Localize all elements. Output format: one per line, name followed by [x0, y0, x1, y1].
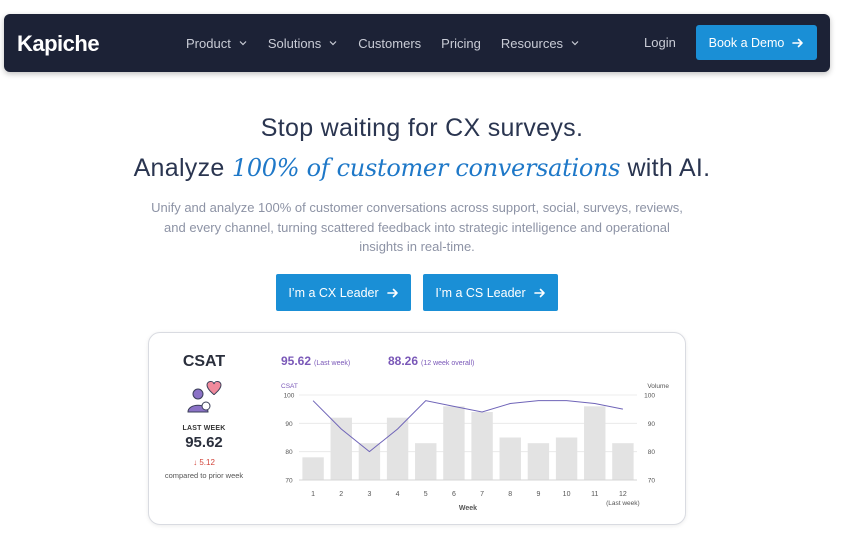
y-tick-left: 90 — [285, 421, 293, 428]
x-tick: 1 — [311, 491, 315, 498]
y-axis-label-right: Volume — [647, 383, 669, 390]
y-tick-right: 80 — [648, 449, 656, 456]
nav-item-label: Solutions — [267, 35, 322, 51]
kapiche-logo[interactable]: Kapiche — [17, 31, 100, 56]
nav-item-pricing[interactable]: Pricing — [441, 36, 481, 51]
nav-item-solutions[interactable]: Solutions — [268, 36, 338, 51]
hero-title-line2: Analyze 100% of customer conversations w… — [0, 154, 844, 183]
bar — [499, 437, 521, 480]
nav-item-customers[interactable]: Customers — [358, 36, 421, 51]
x-tick: 2 — [339, 491, 343, 498]
chevron-down-icon — [571, 41, 579, 46]
nav-item-resources[interactable]: Resources — [501, 36, 580, 51]
nav-item-label: Product — [186, 35, 231, 51]
cs-leader-button[interactable]: I’m a CS Leader — [423, 274, 558, 311]
y-tick-left: 70 — [285, 478, 293, 485]
x-tick: 10 — [563, 491, 571, 498]
arrow-right-icon — [533, 288, 545, 297]
x-tick-note: (Last week) — [606, 500, 640, 507]
cx-leader-button[interactable]: I’m a CX Leader — [276, 274, 411, 311]
bar — [415, 443, 437, 480]
bar — [612, 443, 634, 480]
y-tick-right: 70 — [648, 478, 656, 485]
hero-title-highlight: 100% of customer conversations — [231, 154, 621, 182]
hero-subtitle: Unify and analyze 100% of customer conve… — [151, 200, 683, 254]
cx-leader-label: I’m a CX Leader — [288, 285, 379, 300]
x-tick: 5 — [424, 491, 428, 498]
x-axis-label: Week — [459, 505, 477, 512]
x-tick: 7 — [480, 491, 484, 498]
y-tick-left: 100 — [284, 393, 295, 400]
bar — [443, 406, 465, 480]
nav-item-product[interactable]: Product — [186, 36, 248, 51]
x-tick: 3 — [367, 491, 371, 498]
cs-leader-label: I’m a CS Leader — [435, 285, 526, 300]
hero-title-suffix: with AI. — [627, 154, 711, 182]
x-tick: 8 — [508, 491, 512, 498]
x-tick: 9 — [536, 491, 540, 498]
chevron-down-icon — [329, 41, 337, 46]
login-link[interactable]: Login — [644, 35, 676, 50]
bar — [584, 406, 606, 480]
x-tick: 11 — [591, 491, 598, 498]
logo-text: Kapiche — [17, 31, 100, 56]
hero-title-prefix: Analyze — [133, 154, 225, 182]
y-tick-right: 90 — [648, 421, 656, 428]
x-tick: 4 — [396, 491, 400, 498]
arrow-right-icon — [386, 288, 398, 297]
y-axis-label-left: CSAT — [281, 383, 298, 390]
chevron-down-icon — [239, 41, 247, 46]
bar — [386, 417, 409, 480]
bar — [527, 443, 550, 480]
nav-menu: Product Solutions Customers Pricing Resource… — [186, 14, 600, 72]
y-tick-left: 80 — [285, 449, 293, 456]
x-tick: 12 — [619, 491, 627, 498]
hero-title: Stop waiting for CX surveys. — [260, 114, 584, 142]
y-tick-right: 100 — [644, 393, 655, 400]
book-demo-label: Book a Demo — [708, 35, 785, 50]
bar — [330, 417, 352, 480]
nav-item-label: Pricing — [441, 35, 481, 51]
book-demo-button[interactable]: Book a Demo — [696, 25, 817, 60]
bar — [471, 412, 493, 480]
bar — [358, 443, 381, 480]
csat-chart: 100 10090 9080 8070 70CSAT Volume1 2 3 4 5 6 7 8 9 10 1… — [281, 383, 669, 512]
arrow-right-icon — [792, 38, 804, 47]
top-navbar: Kapiche Product Solutions Customers Pricing… — [4, 14, 830, 72]
csat-dashboard-card: CSAT LAST WEEK 95.62 ↓ 5.12 compared to … — [148, 332, 686, 525]
nav-item-label: Customers — [358, 35, 422, 51]
bar — [302, 457, 324, 480]
nav-item-label: Resources — [500, 35, 564, 51]
bar — [555, 437, 578, 480]
x-tick: 6 — [452, 491, 456, 498]
